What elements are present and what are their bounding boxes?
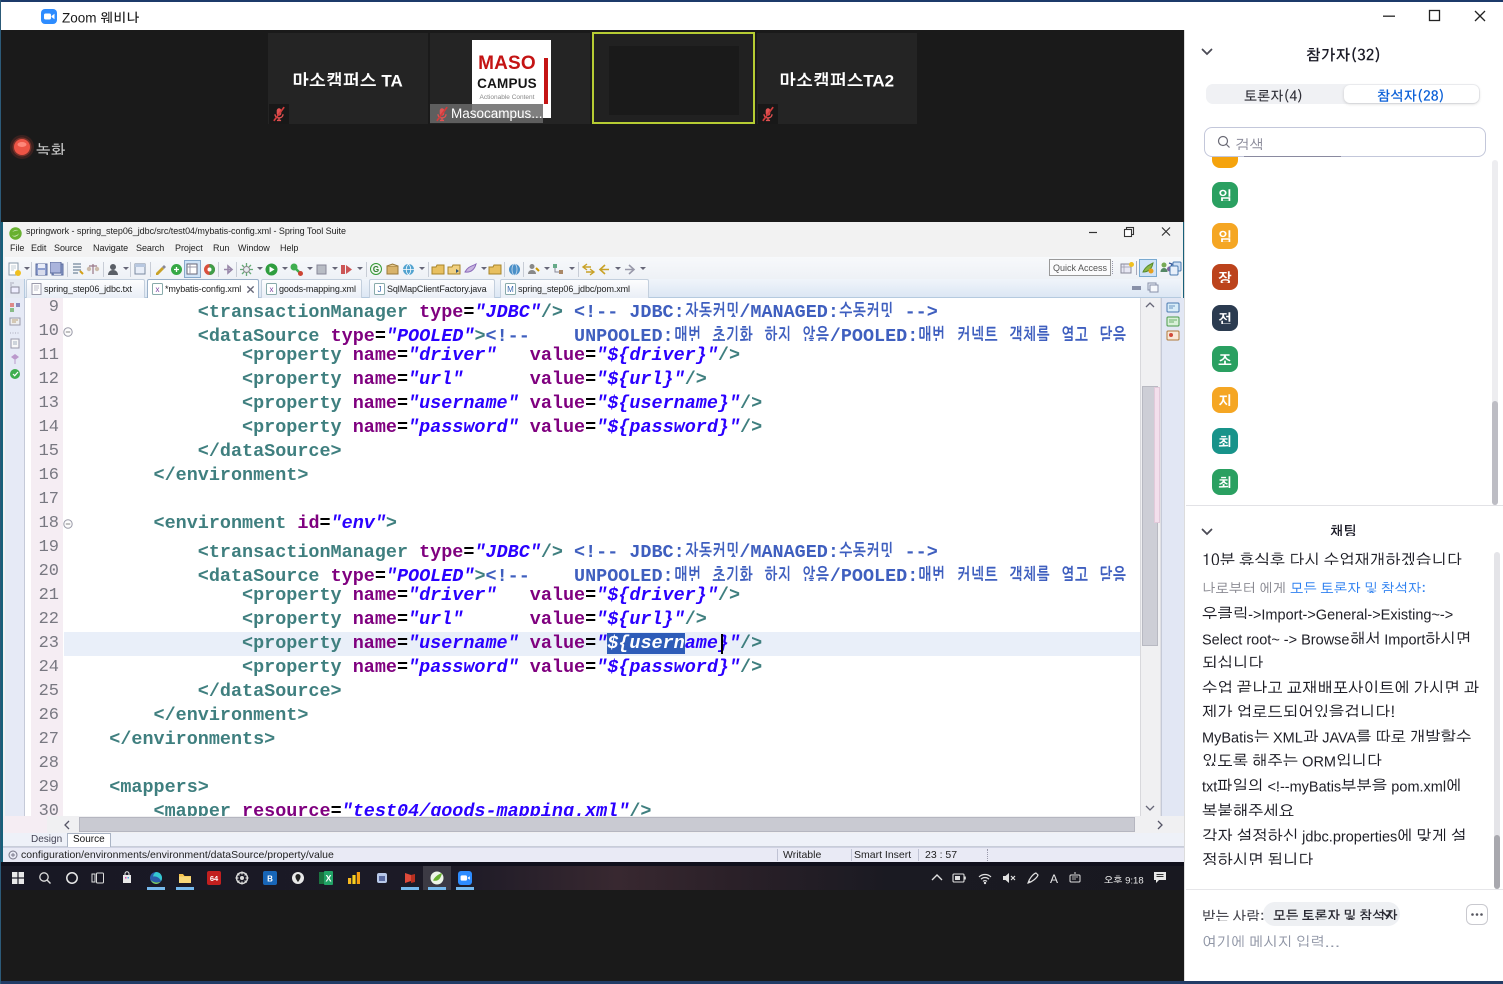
svg-text:64: 64 <box>210 874 219 883</box>
svg-text:x: x <box>156 285 160 294</box>
svg-text:X: X <box>325 874 331 884</box>
svg-text:B: B <box>267 875 273 884</box>
svg-text:x: x <box>270 285 274 294</box>
svg-text:A: A <box>1050 872 1058 885</box>
svg-text:J: J <box>378 285 382 294</box>
svg-text:M: M <box>507 285 514 294</box>
svg-text:G: G <box>373 265 379 274</box>
